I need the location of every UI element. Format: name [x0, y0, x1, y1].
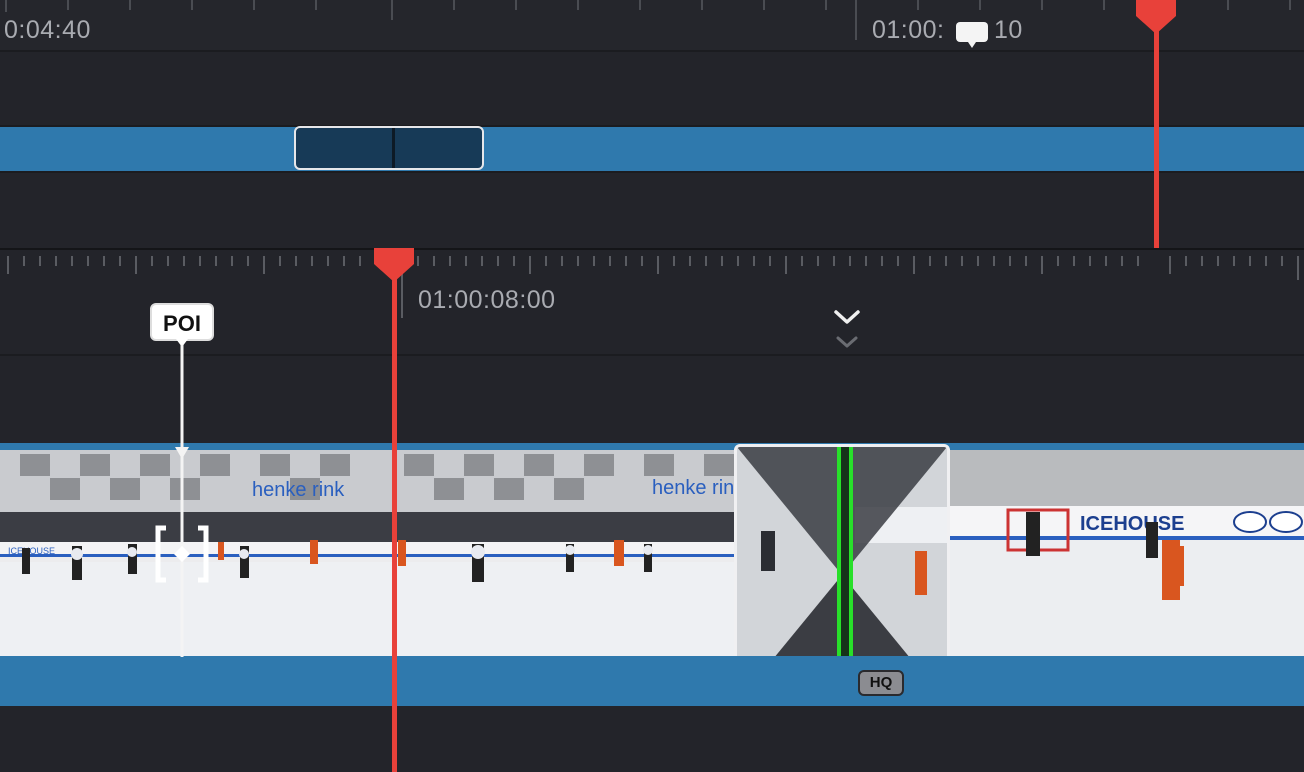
- poi-marker-flag[interactable]: POI: [150, 303, 214, 341]
- top-track-separator: [0, 50, 1304, 52]
- lower-playhead-line: [392, 278, 397, 772]
- clip-track-header-strip: [0, 443, 1304, 450]
- svg-text:henke rink: henke rink: [652, 477, 736, 499]
- rink-scene-image: henke rink: [374, 450, 736, 656]
- chevron-down-icon[interactable]: [832, 306, 862, 354]
- top-playhead-line: [1154, 30, 1159, 248]
- hq-badge: HQ: [858, 670, 904, 696]
- zoom-window-selector[interactable]: [294, 126, 484, 170]
- top-ruler-timecode-right-suffix: 10: [994, 16, 1023, 44]
- svg-text:ICEHOUSE: ICEHOUSE: [8, 546, 55, 556]
- top-ruler-timecode-right: 01:00:: [872, 16, 945, 44]
- svg-text:ICEHOUSE: ICEHOUSE: [1080, 513, 1184, 535]
- timeline-empty-area: [0, 706, 1304, 772]
- top-video-track[interactable]: [0, 127, 1304, 171]
- clip-thumbnail-rink-wide-2[interactable]: henke rink: [374, 450, 736, 656]
- top-ruler[interactable]: 0:04:40 01:00: 10: [0, 0, 1304, 50]
- top-track-separator: [0, 171, 1304, 173]
- lower-track-separator: [0, 354, 1304, 356]
- speech-bubble-icon[interactable]: [954, 20, 990, 50]
- poi-marker-line: [175, 339, 189, 657]
- trim-bracket-icon[interactable]: [150, 524, 214, 584]
- top-ruler-timecode-left: 0:04:40: [4, 16, 91, 44]
- top-ruler-ticks: [5, 0, 1291, 40]
- svg-text:henke rink: henke rink: [252, 479, 345, 501]
- lower-ruler-timecode: 01:00:08:00: [418, 286, 556, 314]
- clip-thumbnail-rink-closeup[interactable]: ICEHOUSE: [950, 450, 1304, 656]
- clip-audio-strip: [0, 656, 1304, 706]
- rink-scene-image: ICEHOUSE: [950, 450, 1304, 656]
